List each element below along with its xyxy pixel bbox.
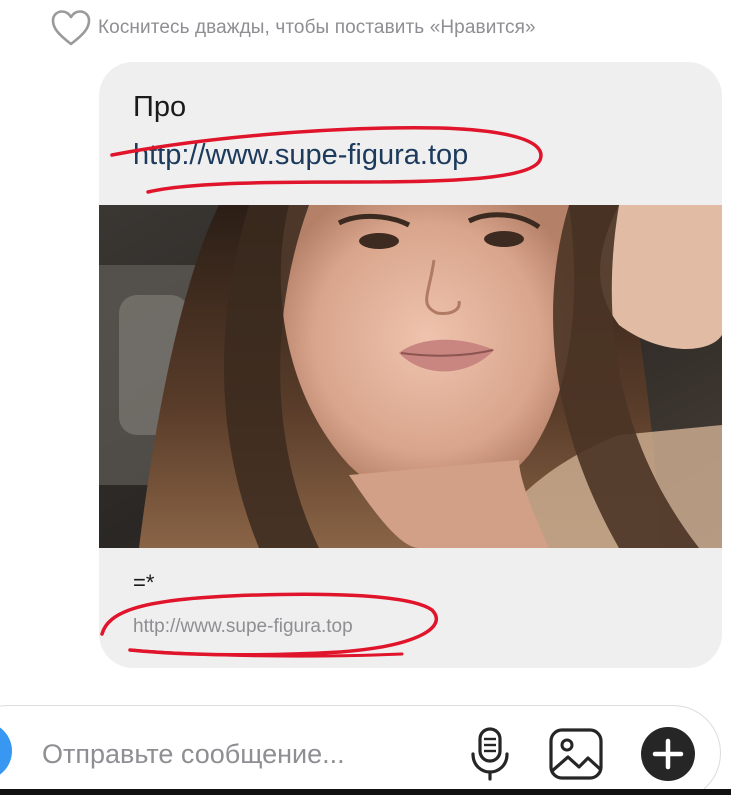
like-hint: Коснитесь дважды, чтобы поставить «Нрави…: [50, 8, 536, 48]
link-preview-domain[interactable]: http://www.supe-figura.top: [133, 616, 353, 638]
plus-icon[interactable]: [640, 726, 696, 782]
microphone-icon[interactable]: [468, 726, 512, 782]
like-hint-text: Коснитесь дважды, чтобы поставить «Нрави…: [98, 17, 536, 38]
message-link[interactable]: http://www.supe-figura.top: [133, 138, 468, 173]
message-input[interactable]: [42, 734, 442, 774]
message-bubble[interactable]: Про http://www.supe-figura.top =* http:/…: [99, 62, 722, 668]
direct-message-screen: Коснитесь дважды, чтобы поставить «Нрави…: [0, 0, 731, 795]
gallery-icon[interactable]: [548, 727, 604, 781]
message-text: Про: [133, 91, 187, 123]
link-preview-image[interactable]: [99, 205, 722, 548]
link-preview-title: =*: [133, 570, 155, 595]
heart-outline-icon[interactable]: [50, 8, 92, 48]
bottom-edge-bar: [0, 789, 731, 795]
